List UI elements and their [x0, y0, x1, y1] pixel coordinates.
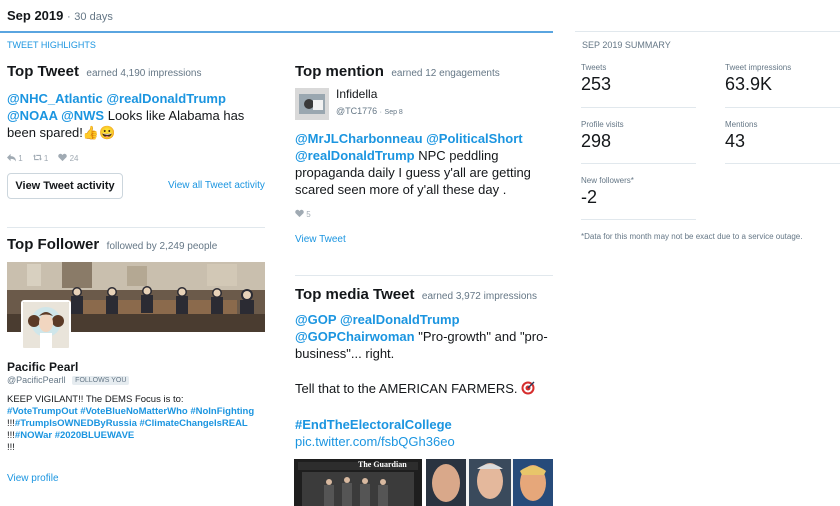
stat-tweets: Tweets 253 [581, 63, 696, 95]
target-emoji-icon [521, 381, 535, 395]
like-action[interactable]: 24 [58, 153, 79, 163]
top-media-subtitle: earned 3,972 impressions [421, 291, 537, 302]
top-media-hashtag[interactable]: #EndTheElectoralCollege [295, 416, 553, 433]
like-count: 24 [69, 154, 79, 163]
stat-divider [725, 107, 840, 108]
top-tweet-section: Top Tweet earned 4,190 impressions @NHC_… [7, 63, 267, 163]
like-count: 5 [306, 210, 311, 219]
top-follower-subtitle: followed by 2,249 people [106, 241, 218, 252]
stat-mentions: Mentions 43 [725, 120, 840, 152]
follower-handle[interactable]: @PacificPearll [7, 375, 66, 385]
top-media-body: @GOP @realDonaldTrump @GOPChairwoman "Pr… [295, 311, 553, 362]
follower-bio-bang: !!! [7, 430, 15, 441]
reply-action[interactable]: 1 [7, 153, 23, 163]
top-media-title: Top media Tweet [295, 286, 415, 303]
retweet-action[interactable]: 1 [32, 153, 49, 163]
follower-bio-hashtags[interactable]: #VoteTrumpOut #VoteBlueNoMatterWho #NoIn… [7, 406, 254, 417]
top-tweet-subtitle: earned 4,190 impressions [86, 68, 202, 79]
view-tweet-link[interactable]: View Tweet [295, 234, 346, 245]
mention-author-handle[interactable]: @TC1776 [336, 106, 377, 116]
summary-footnote: *Data for this month may not be exact du… [581, 232, 803, 241]
mention-author-name[interactable]: Infidella [336, 87, 377, 101]
photo-caption: The Guardian [358, 460, 407, 469]
follower-bio-hashtag-5[interactable]: #NOWar #2020BLUEWAVE [15, 430, 134, 441]
divider [7, 227, 265, 228]
top-mention-subtitle: earned 12 engagements [391, 68, 500, 79]
top-media-heading: Top media Tweet earned 3,972 impressions [295, 286, 537, 304]
top-tweet-emoji: 👍😀 [82, 125, 116, 140]
period-separator: · [67, 11, 71, 23]
top-tweet-body: @NHC_Atlantic @realDonaldTrump @NOAA @NW… [7, 90, 267, 141]
follower-bio-bang: !!! [7, 418, 15, 429]
follows-you-badge: FOLLOWS YOU [72, 376, 130, 385]
stat-visits-label: Profile visits [581, 120, 624, 129]
mention-author-meta: @TC1776 · Sep 8 [336, 106, 403, 116]
stat-mentions-value: 43 [725, 131, 746, 151]
top-media-line2: Tell that to the AMERICAN FARMERS. [295, 380, 553, 397]
tweet-highlights-label: TWEET HIGHLIGHTS [7, 40, 96, 50]
top-mention-actions: 5 [295, 209, 311, 219]
reply-icon [7, 153, 16, 162]
stat-divider [581, 107, 696, 108]
mention-author-avatar[interactable] [295, 88, 329, 120]
top-media-photo[interactable]: The Guardian [294, 459, 553, 506]
follower-avatar[interactable] [21, 300, 71, 350]
stat-profile-visits: Profile visits 298 [581, 120, 696, 152]
view-all-tweet-activity-link[interactable]: View all Tweet activity [168, 180, 265, 191]
stat-tweets-value: 253 [581, 74, 612, 94]
reply-count: 1 [18, 154, 23, 163]
follower-bio-hashtag-4[interactable]: #ClimateChangeIsREAL [140, 418, 248, 429]
heart-icon [295, 209, 304, 218]
follower-bio: KEEP VIGILANT!! The DEMS Focus is to: #V… [7, 394, 269, 454]
stat-impressions: Tweet impressions 63.9K [725, 63, 840, 95]
top-media-line2-text: Tell that to the AMERICAN FARMERS. [295, 381, 518, 396]
period-header: Sep 2019 · 30 days [7, 8, 113, 23]
divider [295, 275, 553, 276]
top-follower-title: Top Follower [7, 236, 100, 253]
stat-impressions-value: 63.9K [725, 74, 773, 94]
period-month: Sep 2019 [7, 8, 64, 23]
highlights-divider [0, 31, 553, 33]
stat-mentions-label: Mentions [725, 120, 758, 129]
stat-visits-value: 298 [581, 131, 612, 151]
mention-date[interactable]: Sep 8 [385, 109, 403, 116]
follower-bio-end: !!! [7, 442, 15, 453]
stat-followers-value: -2 [581, 187, 598, 207]
summary-label: SEP 2019 SUMMARY [582, 40, 671, 50]
stat-divider [581, 163, 696, 164]
stat-impressions-label: Tweet impressions [725, 63, 792, 72]
follower-handle-row: @PacificPearll FOLLOWS YOU [7, 375, 130, 385]
like-action[interactable]: 5 [295, 209, 311, 219]
top-tweet-actions: 1 1 24 [7, 153, 267, 163]
period-days: 30 days [74, 11, 113, 23]
follower-name-row: Pacific Pearl [7, 358, 78, 376]
top-follower-heading: Top Follower followed by 2,249 people [7, 236, 217, 254]
retweet-count: 1 [43, 154, 49, 163]
view-profile-link[interactable]: View profile [7, 473, 59, 484]
stat-tweets-label: Tweets [581, 63, 607, 72]
top-mention-body: @MrJLCharbonneau @PoliticalShort @realDo… [295, 130, 553, 198]
retweet-icon [32, 154, 42, 161]
heart-icon [58, 153, 68, 162]
top-mention-heading: Top mention earned 12 engagements [295, 63, 500, 81]
stat-new-followers: New followers* -2 [581, 176, 696, 208]
follower-bio-text: KEEP VIGILANT!! The DEMS Focus is to: [7, 394, 184, 405]
view-tweet-activity-button[interactable]: View Tweet activity [7, 173, 123, 199]
top-media-links: #EndTheElectoralCollege pic.twitter.com/… [295, 416, 553, 450]
stat-divider [581, 219, 696, 220]
follower-name[interactable]: Pacific Pearl [7, 360, 78, 374]
summary-divider [575, 31, 840, 32]
top-tweet-title: Top Tweet [7, 63, 79, 80]
stat-followers-label: New followers* [581, 176, 634, 185]
follower-bio-hashtag-3[interactable]: #TrumpIsOWNEDByRussia [15, 418, 137, 429]
top-mention-title: Top mention [295, 63, 384, 80]
stat-divider [725, 163, 840, 164]
top-media-link[interactable]: pic.twitter.com/fsbQGh36eo [295, 433, 553, 450]
